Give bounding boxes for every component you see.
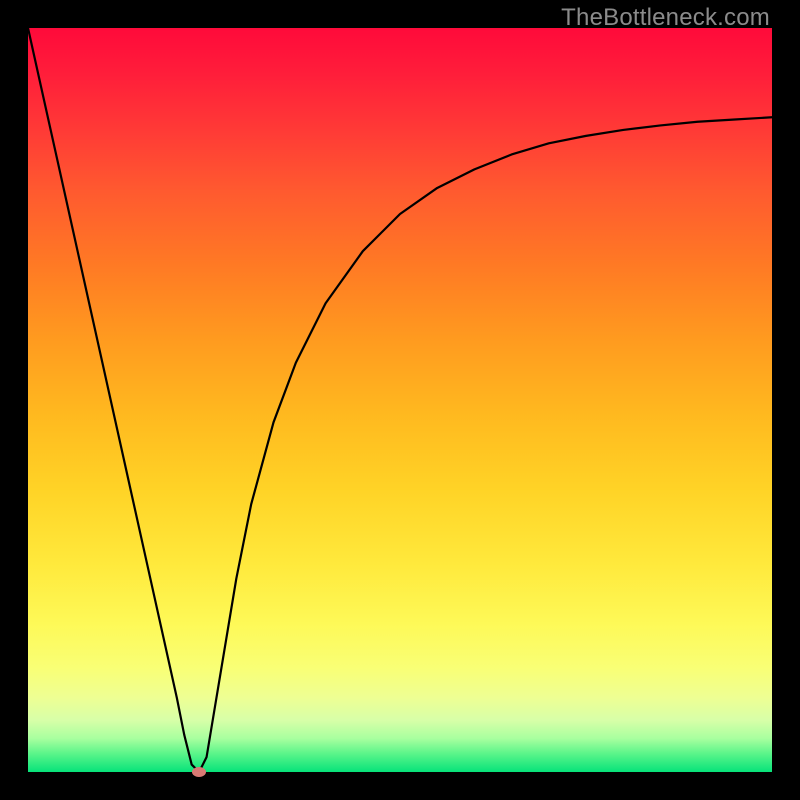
chart-frame: TheBottleneck.com: [0, 0, 800, 800]
minimum-marker: [192, 767, 206, 777]
curve-layer: [28, 28, 772, 772]
bottleneck-curve: [28, 28, 772, 772]
plot-area: [28, 28, 772, 772]
